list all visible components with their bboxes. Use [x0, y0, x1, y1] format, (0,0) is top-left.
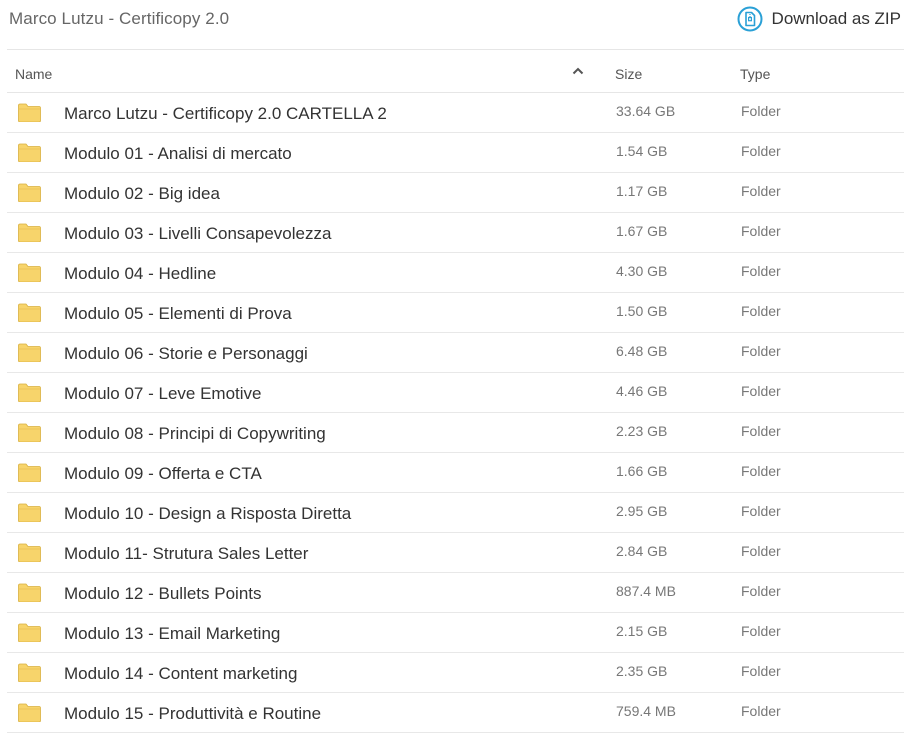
folder-icon	[18, 263, 41, 282]
row-size: 4.46 GB	[616, 383, 668, 399]
row-size: 6.48 GB	[616, 343, 668, 359]
row-size: 33.64 GB	[616, 103, 676, 119]
folder-icon	[18, 143, 41, 162]
table-row[interactable]: Modulo 04 - Hedline 4.30 GB Folder	[7, 253, 904, 293]
row-type: Folder	[741, 143, 781, 159]
row-name[interactable]: Modulo 14 - Content marketing	[64, 664, 297, 684]
row-name[interactable]: Modulo 02 - Big idea	[64, 184, 220, 204]
folder-icon	[18, 463, 41, 482]
row-type: Folder	[741, 223, 781, 239]
table-row[interactable]: Modulo 03 - Livelli Consapevolezza 1.67 G…	[7, 213, 904, 253]
folder-icon	[18, 383, 41, 402]
row-name[interactable]: Modulo 10 - Design a Risposta Diretta	[64, 504, 351, 524]
row-name[interactable]: Modulo 04 - Hedline	[64, 264, 216, 284]
table-row[interactable]: Modulo 07 - Leve Emotive 4.46 GB Folder	[7, 373, 904, 413]
file-table: Name Size Type Marco Lutzu - Certificopy…	[7, 49, 904, 733]
folder-icon	[18, 503, 41, 522]
row-name[interactable]: Modulo 09 - Offerta e CTA	[64, 464, 262, 484]
row-type: Folder	[741, 503, 781, 519]
row-name[interactable]: Modulo 13 - Email Marketing	[64, 624, 280, 644]
row-type: Folder	[741, 263, 781, 279]
row-size: 759.4 MB	[616, 703, 676, 719]
row-size: 2.15 GB	[616, 623, 668, 639]
download-zip-button[interactable]: Download as ZIP	[737, 6, 901, 32]
folder-icon	[18, 583, 41, 602]
table-row[interactable]: Modulo 15 - Produttività e Routine 759.4 …	[7, 693, 904, 733]
folder-icon	[18, 103, 41, 122]
row-type: Folder	[741, 343, 781, 359]
chevron-up-icon[interactable]	[572, 67, 584, 75]
page-title: Marco Lutzu - Certificopy 2.0	[9, 9, 230, 28]
table-row[interactable]: Modulo 02 - Big idea 1.17 GB Folder	[7, 173, 904, 213]
column-header-type[interactable]: Type	[740, 66, 770, 82]
row-size: 1.50 GB	[616, 303, 668, 319]
folder-icon	[18, 183, 41, 202]
row-type: Folder	[741, 663, 781, 679]
row-name[interactable]: Modulo 06 - Storie e Personaggi	[64, 344, 308, 364]
row-size: 2.95 GB	[616, 503, 668, 519]
row-size: 1.67 GB	[616, 223, 668, 239]
row-size: 1.17 GB	[616, 183, 668, 199]
row-name[interactable]: Modulo 15 - Produttività e Routine	[64, 704, 321, 724]
row-size: 2.23 GB	[616, 423, 668, 439]
table-row[interactable]: Modulo 11- Strutura Sales Letter 2.84 GB F…	[7, 533, 904, 573]
column-header-size[interactable]: Size	[615, 66, 642, 82]
row-type: Folder	[741, 463, 781, 479]
row-name[interactable]: Modulo 05 - Elementi di Prova	[64, 304, 292, 324]
row-name[interactable]: Modulo 03 - Livelli Consapevolezza	[64, 224, 331, 244]
folder-icon	[18, 623, 41, 642]
table-row[interactable]: Modulo 08 - Principi di Copywriting 2.23 …	[7, 413, 904, 453]
row-type: Folder	[741, 543, 781, 559]
row-type: Folder	[741, 383, 781, 399]
row-type: Folder	[741, 103, 781, 119]
row-size: 887.4 MB	[616, 583, 676, 599]
page-header: Marco Lutzu - Certificopy 2.0 Download a…	[0, 0, 904, 48]
table-row[interactable]: Modulo 10 - Design a Risposta Diretta 2.9…	[7, 493, 904, 533]
row-size: 4.30 GB	[616, 263, 668, 279]
table-row[interactable]: Modulo 09 - Offerta e CTA 1.66 GB Folder	[7, 453, 904, 493]
folder-icon	[18, 423, 41, 442]
download-label: Download as ZIP	[771, 9, 901, 28]
zip-file-icon	[737, 6, 763, 32]
row-type: Folder	[741, 623, 781, 639]
row-size: 2.35 GB	[616, 663, 668, 679]
row-size: 1.54 GB	[616, 143, 668, 159]
row-name[interactable]: Marco Lutzu - Certificopy 2.0 CARTELLA 2	[64, 104, 387, 124]
row-type: Folder	[741, 583, 781, 599]
folder-icon	[18, 223, 41, 242]
row-name[interactable]: Modulo 11- Strutura Sales Letter	[64, 544, 308, 564]
folder-icon	[18, 343, 41, 362]
row-name[interactable]: Modulo 07 - Leve Emotive	[64, 384, 262, 404]
column-header-name[interactable]: Name	[15, 66, 52, 82]
table-row[interactable]: Modulo 05 - Elementi di Prova 1.50 GB Fold…	[7, 293, 904, 333]
row-size: 2.84 GB	[616, 543, 668, 559]
row-name[interactable]: Modulo 01 - Analisi di mercato	[64, 144, 292, 164]
folder-icon	[18, 703, 41, 722]
table-body: Marco Lutzu - Certificopy 2.0 CARTELLA 2…	[7, 93, 904, 733]
row-size: 1.66 GB	[616, 463, 668, 479]
table-row[interactable]: Modulo 13 - Email Marketing 2.15 GB Folder	[7, 613, 904, 653]
row-type: Folder	[741, 303, 781, 319]
folder-icon	[18, 303, 41, 322]
row-name[interactable]: Modulo 12 - Bullets Points	[64, 584, 262, 604]
folder-icon	[18, 663, 41, 682]
row-type: Folder	[741, 703, 781, 719]
row-name[interactable]: Modulo 08 - Principi di Copywriting	[64, 424, 326, 444]
table-header: Name Size Type	[7, 50, 904, 93]
table-row[interactable]: Modulo 12 - Bullets Points 887.4 MB Folder	[7, 573, 904, 613]
folder-icon	[18, 543, 41, 562]
table-row[interactable]: Modulo 06 - Storie e Personaggi 6.48 GB Fo…	[7, 333, 904, 373]
table-row[interactable]: Modulo 01 - Analisi di mercato 1.54 GB Fol…	[7, 133, 904, 173]
table-row[interactable]: Marco Lutzu - Certificopy 2.0 CARTELLA 2…	[7, 93, 904, 133]
table-row[interactable]: Modulo 14 - Content marketing 2.35 GB Fold…	[7, 653, 904, 693]
row-type: Folder	[741, 183, 781, 199]
row-type: Folder	[741, 423, 781, 439]
